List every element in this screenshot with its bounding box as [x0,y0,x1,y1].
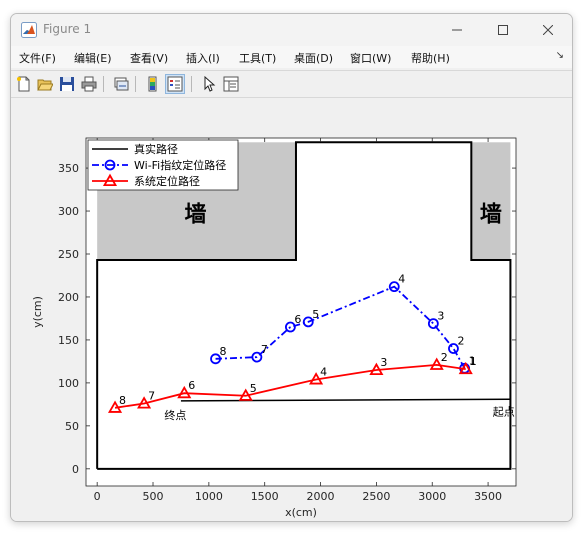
legend-button[interactable] [165,74,185,94]
series-2-point-label: 7 [261,343,268,356]
legend-entry-1: 真实路径 [134,142,178,156]
end-point-label: 终点 [164,408,186,422]
figure-toolbar [11,70,572,98]
pointer-select-button[interactable] [199,74,219,94]
x-tick-label: 500 [143,490,164,503]
open-file-button[interactable] [35,74,55,94]
save-disk-icon [60,77,74,91]
menu-insert[interactable]: 插入(I) [186,50,220,66]
menu-desktop[interactable]: 桌面(D) [294,50,333,66]
colorbar-icon [148,76,157,92]
y-tick-label: 0 [72,463,79,476]
x-tick-label: 1500 [251,490,279,503]
plot-svg[interactable]: 墙 墙起点 终点 0 500 1000 1500 2000 2500 3000 3500 0 50 100… [11,98,572,521]
x-tick-label: 3500 [474,490,502,503]
series-3-point-label: 3 [380,356,387,369]
legend-entry-3: 系统定位路径 [134,174,200,188]
toolbar-separator [103,76,104,92]
menu-expand-arrow-icon[interactable]: ↘ [556,50,564,61]
series-3-point-label: 7 [148,390,155,403]
menu-edit[interactable]: 编辑(E) [74,50,112,66]
menu-help[interactable]: 帮助(H) [411,50,450,66]
series-3-point-label: 6 [188,379,195,392]
y-tick-label: 50 [65,420,79,433]
menu-bar: 文件(F) 编辑(E) 查看(V) 插入(I) 工具(T) 桌面(D) 窗口(W… [11,46,572,68]
x-tick-label: 0 [94,490,101,503]
menu-view[interactable]: 查看(V) [130,50,168,66]
series-3-point-label: 2 [441,351,448,364]
series-2-point-label: 5 [312,308,319,321]
y-tick-label: 350 [58,162,79,175]
wall-block-right [471,142,511,261]
link-plot-icon [114,77,129,91]
matlab-logo-icon [21,22,37,38]
printer-icon [81,76,97,92]
maximize-button[interactable] [481,14,525,46]
y-tick-label: 100 [58,377,79,390]
pointer-arrow-icon [204,76,216,92]
series-2-point-label: 4 [398,273,405,286]
window-title: Figure 1 [43,22,92,36]
close-button[interactable] [526,14,570,46]
link-plot-button[interactable] [111,74,131,94]
series-2-point-label: 2 [457,335,464,348]
y-tick-label: 300 [58,205,79,218]
title-bar[interactable]: Figure 1 [11,14,572,46]
series-3-point-label: 8 [119,394,126,407]
x-tick-label: 3000 [418,490,446,503]
x-tick-label: 2500 [362,490,390,503]
start-point-label: 起点 [493,406,515,419]
property-inspector-button[interactable] [221,74,241,94]
close-icon [543,25,553,35]
menu-window[interactable]: 窗口(W) [350,50,391,66]
colorbar-button[interactable] [143,74,163,94]
menu-tools[interactable]: 工具(T) [239,50,276,66]
x-axis-label: x(cm) [285,506,317,519]
maximize-icon [498,25,508,35]
toolbar-separator [135,76,136,92]
x-tick-label: 1000 [195,490,223,503]
legend-entry-2: Wi-Fi指纹定位路径 [134,158,226,172]
series-3-point-label: 1 [470,355,477,368]
wall-label-left: 墙 [184,202,206,227]
series-2-point-label: 8 [220,345,227,358]
series-2-point-label: 3 [437,310,444,323]
wall-label-right: 墙 [480,202,502,227]
series-3-point-label: 5 [250,382,257,395]
series-2-point-label: 6 [294,313,301,326]
save-button[interactable] [57,74,77,94]
new-figure-button[interactable] [14,74,34,94]
x-tick-label: 2000 [307,490,335,503]
y-tick-label: 150 [58,334,79,347]
figure-canvas: 墙 墙起点 终点 0 500 1000 1500 2000 2500 3000 3500 0 50 100… [11,98,572,521]
legend-icon [167,76,183,92]
y-axis-label: y(cm) [31,296,44,328]
minimize-button[interactable] [435,14,479,46]
menu-file[interactable]: 文件(F) [19,50,56,66]
open-folder-icon [37,79,53,91]
toolbar-separator [191,76,192,92]
print-button[interactable] [79,74,99,94]
y-tick-label: 250 [58,248,79,261]
new-figure-icon [17,76,30,92]
y-tick-label: 200 [58,291,79,304]
series-3-point-label: 4 [320,365,327,378]
minimize-icon [452,29,462,31]
figure-window: Figure 1 文件(F) 编辑(E) 查看(V) 插入(I) 工具(T) 桌… [10,13,573,522]
property-inspector-icon [223,76,239,92]
